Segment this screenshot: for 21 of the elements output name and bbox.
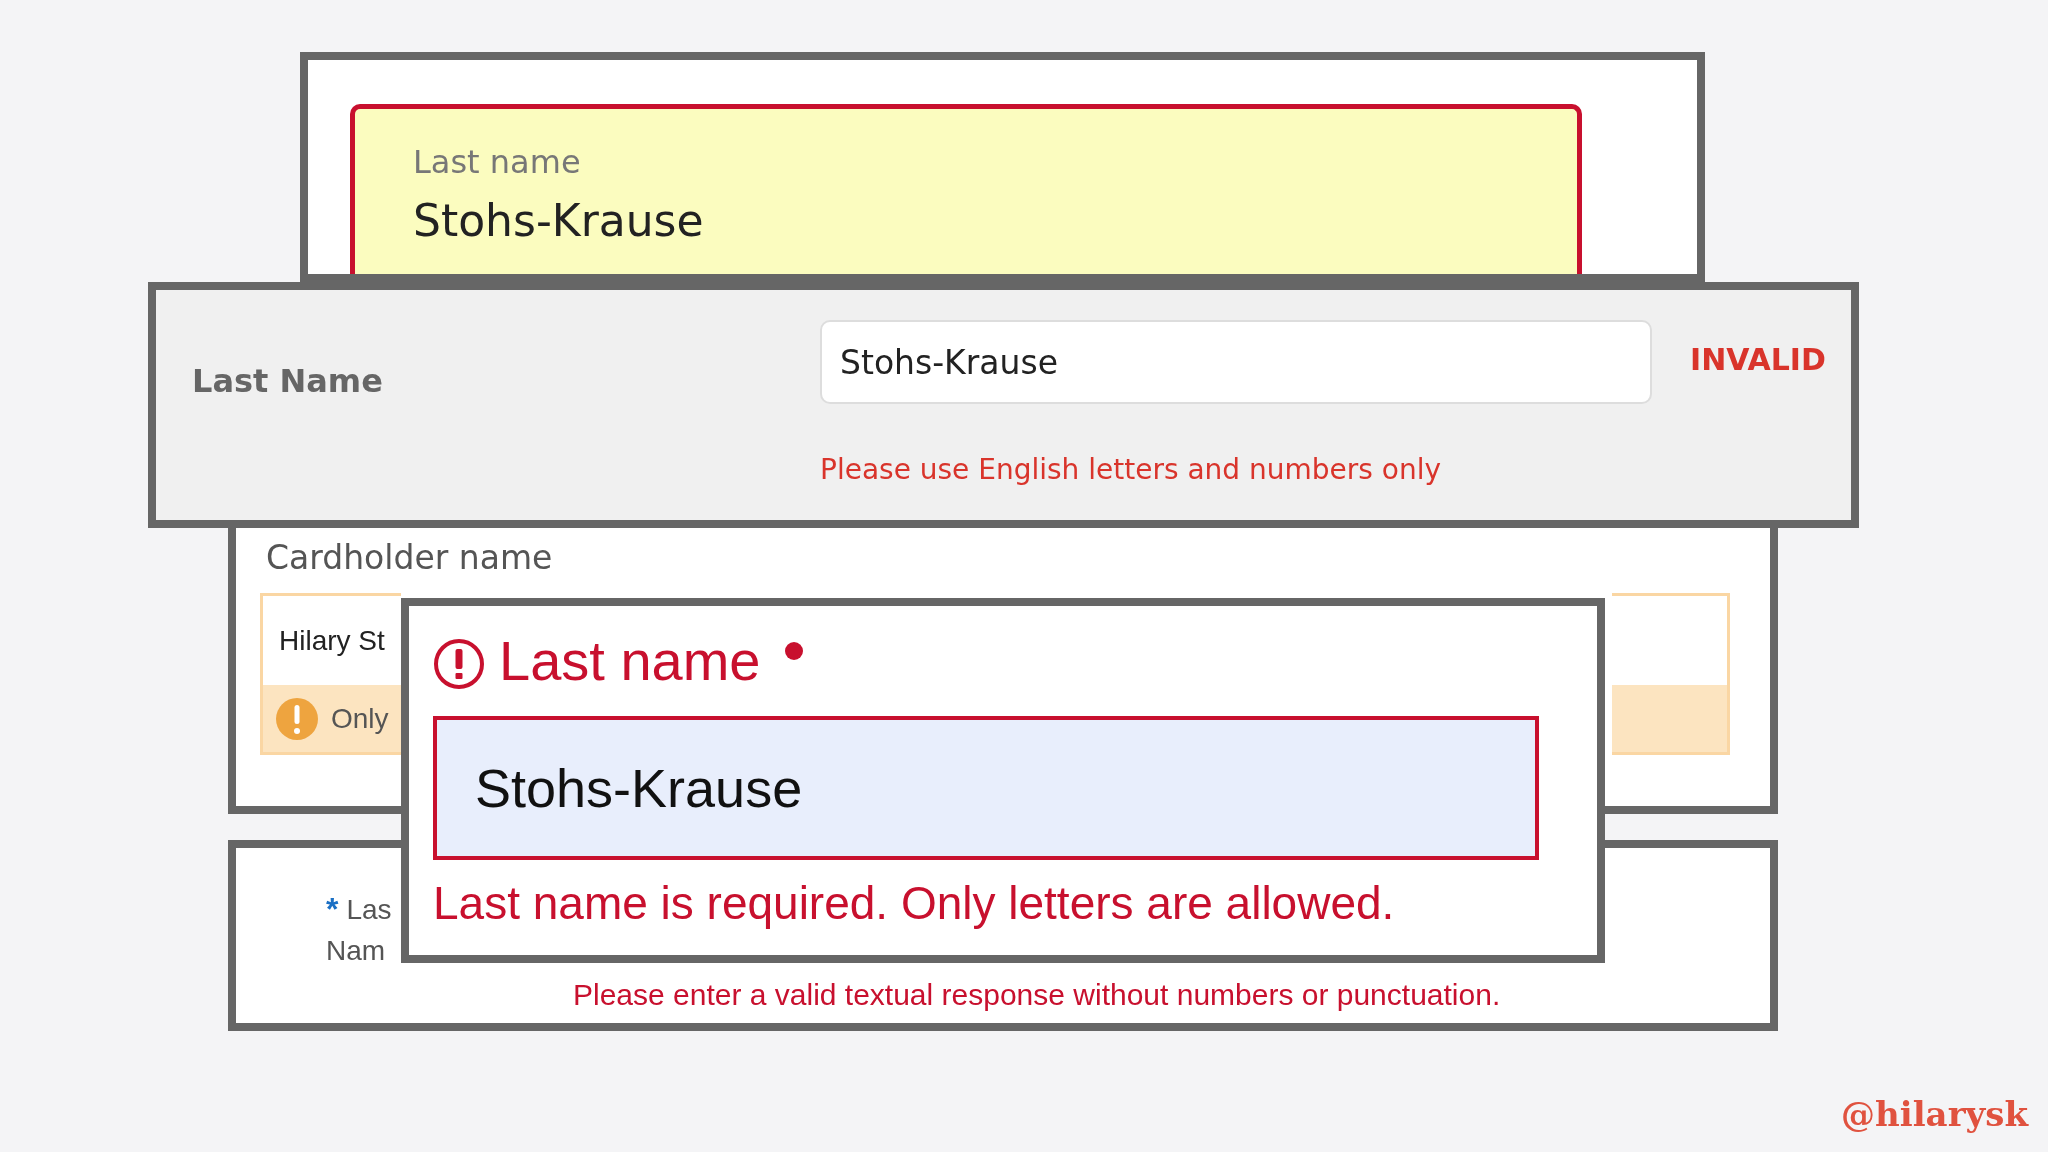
status-label: INVALID bbox=[1690, 342, 1827, 379]
field-label: Cardholder name bbox=[266, 538, 554, 577]
field-label: Nam bbox=[326, 933, 386, 968]
field-label: Las bbox=[346, 893, 392, 927]
input-field[interactable]: Hilary St bbox=[260, 593, 401, 685]
field-label: Last name bbox=[499, 627, 761, 693]
field-value: Stohs-Krause bbox=[413, 195, 705, 246]
input-field[interactable]: Stohs-Krause bbox=[433, 716, 1539, 860]
input-field[interactable]: Last name Stohs-Krause bbox=[350, 104, 1582, 274]
field-label: Last Name bbox=[192, 362, 384, 401]
warning-icon bbox=[275, 696, 319, 741]
error-message: Last name is required. Only letters are allowed. bbox=[433, 876, 1396, 930]
required-asterisk: * bbox=[326, 890, 339, 929]
author-handle: @hilarysk bbox=[1841, 1094, 2028, 1134]
input-field[interactable] bbox=[1612, 593, 1730, 685]
alert-icon bbox=[433, 638, 485, 690]
field-label: Last name bbox=[413, 143, 582, 181]
error-message: Please enter a valid textual response without numbers or punctuation. bbox=[573, 978, 1501, 1012]
error-message: Please use English letters and numbers only bbox=[820, 452, 1442, 488]
input-field[interactable]: Stohs-Krause bbox=[820, 320, 1652, 404]
warning-text: Only bbox=[331, 702, 389, 735]
